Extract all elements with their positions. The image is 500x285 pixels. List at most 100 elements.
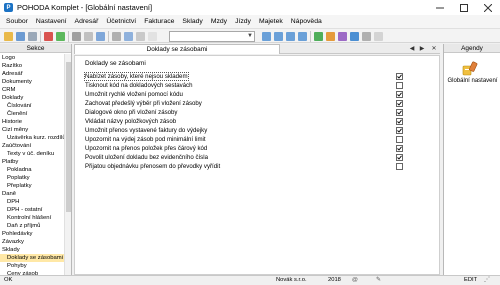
sekce-item[interactable]: DPH - ostatní: [0, 206, 64, 214]
sekce-item[interactable]: Texty v úč. deníku: [0, 150, 64, 158]
import-icon[interactable]: [326, 32, 335, 41]
option-row[interactable]: Povolit uložení dokladu bez evidenčního …: [85, 154, 349, 162]
option-row[interactable]: Umožnit přenos vystavené faktury do výde…: [85, 127, 349, 135]
option-checkbox[interactable]: [396, 163, 403, 170]
option-row[interactable]: Vkládat názvy položkových zásob: [85, 118, 349, 126]
menu-jizdy[interactable]: Jízdy: [231, 18, 255, 25]
option-row[interactable]: Dialogové okno při vložení zásoby: [85, 109, 349, 117]
settings-brush-icon[interactable]: [462, 61, 480, 76]
option-checkbox[interactable]: [396, 136, 403, 143]
chevron-left-icon[interactable]: ◀: [408, 45, 416, 53]
sekce-item[interactable]: Cizí měny: [0, 126, 64, 134]
option-checkbox[interactable]: [396, 154, 403, 161]
option-row[interactable]: Umožnit rychlé vložení pomocí kódu: [85, 91, 349, 99]
copy-icon[interactable]: [72, 32, 81, 41]
menu-majetek[interactable]: Majetek: [255, 18, 287, 25]
delete-icon[interactable]: [44, 32, 53, 41]
sekce-item[interactable]: Přeplatky: [0, 182, 64, 190]
sekce-item[interactable]: Poplatky: [0, 174, 64, 182]
application-window: P POHODA Komplet - [Globální nastavení] …: [0, 0, 500, 285]
refresh-icon[interactable]: [148, 32, 157, 41]
sekce-item[interactable]: Závazky: [0, 238, 64, 246]
option-checkbox[interactable]: [396, 82, 403, 89]
previous-record-icon[interactable]: [274, 32, 283, 41]
toolbar-separator: [310, 31, 311, 42]
menu-nastaveni[interactable]: Nastavení: [32, 18, 71, 25]
option-checkbox[interactable]: [396, 118, 403, 125]
resize-grip-icon[interactable]: ⋰: [484, 276, 490, 285]
sekce-item[interactable]: Pohyby: [0, 262, 64, 270]
sekce-item[interactable]: Doklady se zásobami: [0, 254, 64, 262]
paste-icon[interactable]: [84, 32, 93, 41]
sekce-item[interactable]: Platby: [0, 158, 64, 166]
menu-napoveda[interactable]: Nápověda: [287, 18, 326, 25]
option-row[interactable]: Tisknout kód na dokladových sestavách: [85, 82, 349, 90]
option-checkbox[interactable]: [396, 145, 403, 152]
menu-adresar[interactable]: Adresář: [71, 18, 103, 25]
sekce-item[interactable]: Zaúčtování: [0, 142, 64, 150]
sekce-item[interactable]: Daně: [0, 190, 64, 198]
tab-close-icon[interactable]: ✕: [430, 45, 438, 53]
report-icon[interactable]: [338, 32, 347, 41]
maximize-icon[interactable]: [452, 0, 476, 15]
sekce-item[interactable]: Členění: [0, 110, 64, 118]
agendy-item-globalni-nastaveni[interactable]: Globální nastavení: [446, 78, 499, 84]
new-record-icon[interactable]: [56, 32, 65, 41]
menu-fakturace[interactable]: Fakturace: [140, 18, 178, 25]
open-icon[interactable]: [4, 32, 13, 41]
option-row[interactable]: Přijatou objednávku přenosem do převodky…: [85, 163, 349, 171]
option-checkbox[interactable]: [396, 73, 403, 80]
sekce-item[interactable]: DPH: [0, 198, 64, 206]
sekce-item[interactable]: Doklady: [0, 94, 64, 102]
chevron-down-icon[interactable]: ▼: [247, 33, 253, 39]
tab-doklady-se-zasobami[interactable]: Doklady se zásobami: [74, 44, 280, 54]
option-row[interactable]: Upozornit na výdej zásob pod minimální l…: [85, 136, 349, 144]
tools-icon[interactable]: [362, 32, 371, 41]
menu-soubor[interactable]: Soubor: [2, 18, 32, 25]
more-icon[interactable]: [374, 32, 383, 41]
option-checkbox[interactable]: [396, 100, 403, 107]
mail-icon[interactable]: [350, 32, 359, 41]
sekce-item[interactable]: Daň z příjmů: [0, 222, 64, 230]
app-icon[interactable]: P: [4, 3, 13, 12]
sekce-item[interactable]: Adresář: [0, 70, 64, 78]
sekce-item[interactable]: Dokumenty: [0, 78, 64, 86]
sekce-item[interactable]: Historie: [0, 118, 64, 126]
sekce-item[interactable]: Razítko: [0, 62, 64, 70]
chevron-right-icon[interactable]: ▶: [418, 45, 426, 53]
close-icon[interactable]: [476, 0, 500, 15]
minimize-icon[interactable]: [428, 0, 452, 15]
option-checkbox[interactable]: [396, 91, 403, 98]
option-row[interactable]: Upozornit na přenos položek přes čárový …: [85, 145, 349, 153]
option-row[interactable]: Zachovat předešlý výběr při vložení záso…: [85, 100, 349, 108]
sekce-item[interactable]: Číslování: [0, 102, 64, 110]
next-record-icon[interactable]: [286, 32, 295, 41]
table-icon[interactable]: [16, 32, 25, 41]
sekce-item[interactable]: Pohledávky: [0, 230, 64, 238]
menu-mzdy[interactable]: Mzdy: [207, 18, 231, 25]
sekce-item[interactable]: CRM: [0, 86, 64, 94]
option-row[interactable]: Nabízet zásoby, které nejsou skladem: [84, 72, 349, 81]
print-icon[interactable]: [124, 32, 133, 41]
scrollbar-thumb[interactable]: [66, 62, 71, 212]
option-checkbox[interactable]: [396, 127, 403, 134]
sekce-item[interactable]: Logo: [0, 54, 64, 62]
save-icon[interactable]: [96, 32, 105, 41]
filter-icon[interactable]: [136, 32, 145, 41]
menu-ucetnictvi[interactable]: Účetnictví: [102, 18, 140, 25]
toolbar-combo[interactable]: ▼: [169, 31, 255, 42]
sekce-item[interactable]: Pokladna: [0, 166, 64, 174]
undo-icon[interactable]: [112, 32, 121, 41]
export-icon[interactable]: [314, 32, 323, 41]
first-record-icon[interactable]: [262, 32, 271, 41]
sekce-item[interactable]: Sklady: [0, 246, 64, 254]
accounting-icon[interactable]: @: [352, 276, 358, 285]
lock-icon[interactable]: ✎: [376, 276, 381, 285]
form-icon[interactable]: [28, 32, 37, 41]
option-checkbox[interactable]: [396, 109, 403, 116]
menu-sklady[interactable]: Sklady: [178, 18, 206, 25]
sekce-item[interactable]: Uzávěrka kurz. rozdílů: [0, 134, 64, 142]
sekce-scrollbar[interactable]: [64, 54, 71, 275]
last-record-icon[interactable]: [298, 32, 307, 41]
sekce-item[interactable]: Kontrolní hlášení: [0, 214, 64, 222]
